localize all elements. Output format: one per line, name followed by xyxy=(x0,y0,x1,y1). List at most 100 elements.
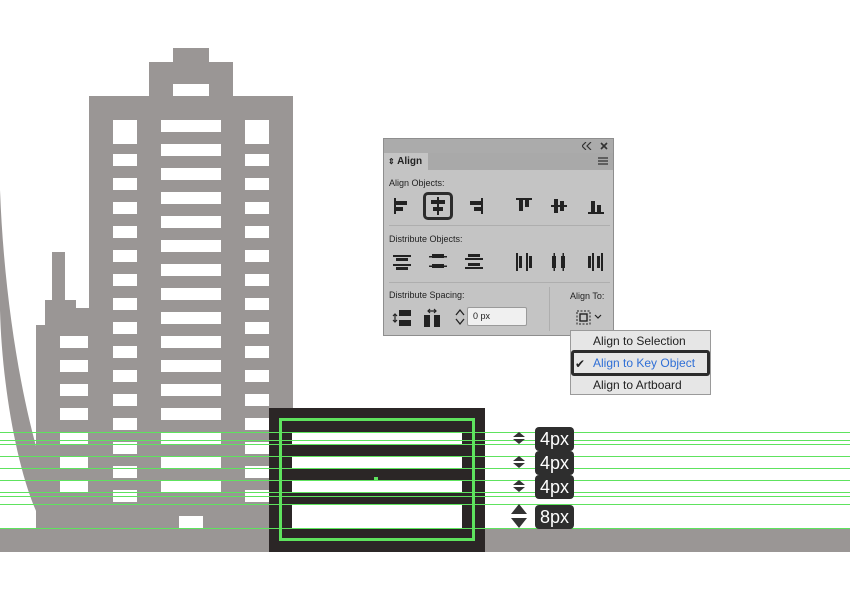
panel-tab-row: ⇕ Align xyxy=(384,153,613,170)
panel-menu-icon[interactable] xyxy=(598,157,608,165)
guide-line xyxy=(0,468,850,469)
distribute-bottom-icon[interactable] xyxy=(463,251,485,273)
guide-line xyxy=(0,444,850,445)
panel-titlebar[interactable] xyxy=(384,139,613,153)
tall-building-window xyxy=(161,288,221,300)
selected-window-3[interactable] xyxy=(292,480,462,492)
small-building-window xyxy=(60,456,88,468)
small-building-window xyxy=(60,360,88,372)
close-icon[interactable] xyxy=(600,142,608,150)
spacing-input[interactable]: 0 px xyxy=(467,307,527,326)
measurement-badge: 8px xyxy=(535,505,575,529)
vertical-separator xyxy=(549,287,550,331)
separator xyxy=(389,282,610,283)
guide-line xyxy=(0,528,850,529)
distribute-horizontal-center-icon[interactable] xyxy=(548,251,570,273)
distribute-right-icon[interactable] xyxy=(585,251,607,273)
spinner-arrows-icon[interactable] xyxy=(455,308,465,326)
guide-line xyxy=(0,456,850,457)
tall-building-window xyxy=(161,408,221,420)
menu-item-align-to-artboard[interactable]: Align to Artboard xyxy=(593,378,682,392)
tall-building-window xyxy=(113,418,137,430)
vertical-align-top-icon[interactable] xyxy=(513,195,535,217)
tall-building-window xyxy=(161,312,221,324)
small-building-step xyxy=(36,300,45,325)
distribute-left-icon[interactable] xyxy=(513,251,535,273)
tall-building-window xyxy=(113,322,137,334)
tall-building-window xyxy=(113,298,137,310)
tall-building-window xyxy=(245,346,269,358)
horizontal-distribute-space-icon[interactable] xyxy=(422,307,444,329)
distribute-top-icon[interactable] xyxy=(391,251,413,273)
tall-building-window xyxy=(245,202,269,214)
tall-building-window xyxy=(161,216,221,228)
tab-label: Align xyxy=(397,156,423,167)
tall-building-window xyxy=(245,298,269,310)
horizontal-align-center-icon[interactable] xyxy=(423,192,453,220)
tall-building-window xyxy=(113,346,137,358)
menu-item-align-to-selection[interactable]: Align to Selection xyxy=(593,334,686,348)
selected-window-2[interactable] xyxy=(292,456,462,468)
separator xyxy=(389,225,610,226)
tall-building-window xyxy=(161,432,221,444)
small-building-notch-left xyxy=(36,252,52,300)
tall-building-window xyxy=(245,154,269,166)
tall-building-window xyxy=(245,250,269,262)
measurement-badge: 4px xyxy=(535,451,575,475)
spacing-arrow-icon xyxy=(513,480,525,492)
tall-building-window xyxy=(245,394,269,406)
tall-building-window xyxy=(245,322,269,334)
tall-building-window xyxy=(245,370,269,382)
small-building-window xyxy=(60,384,88,396)
distribute-vertical-center-icon[interactable] xyxy=(427,251,449,273)
selected-window-1[interactable] xyxy=(292,432,462,444)
tall-building-window xyxy=(113,154,137,166)
tall-building-window xyxy=(113,178,137,190)
align-objects-label: Align Objects: xyxy=(389,178,445,188)
align-to-button[interactable] xyxy=(573,307,605,328)
tall-building-window xyxy=(161,144,221,156)
tall-building-window xyxy=(161,264,221,276)
guide-line xyxy=(0,496,850,497)
small-building-window xyxy=(60,408,88,420)
small-building-window xyxy=(60,336,88,348)
small-building-window xyxy=(60,432,88,444)
tall-building-window xyxy=(245,274,269,286)
tall-building-window xyxy=(161,120,221,132)
tall-building-window xyxy=(245,418,269,430)
tall-building-window xyxy=(113,226,137,238)
menu-item-highlight xyxy=(571,350,710,376)
measurement-badge: 4px xyxy=(535,475,575,499)
tall-building-window xyxy=(161,360,221,372)
vertical-align-center-icon[interactable] xyxy=(548,195,570,217)
tall-building-window xyxy=(161,480,221,492)
align-to-label: Align To: xyxy=(570,291,605,301)
spacing-arrow-icon xyxy=(513,432,525,444)
vertical-align-bottom-icon[interactable] xyxy=(585,195,607,217)
selected-window-4[interactable] xyxy=(292,504,462,528)
spacing-arrow-icon xyxy=(513,456,525,468)
horizontal-align-right-icon[interactable] xyxy=(464,195,486,217)
tab-sort-icon: ⇕ xyxy=(388,157,395,166)
guide-line xyxy=(0,504,850,505)
horizontal-align-left-icon[interactable] xyxy=(391,195,413,217)
tall-building-window xyxy=(161,192,221,204)
tall-building-window xyxy=(113,120,137,144)
guide-line xyxy=(0,440,850,441)
small-building-window xyxy=(60,480,88,492)
vertical-distribute-space-icon[interactable] xyxy=(391,307,413,329)
tall-building-window xyxy=(245,120,269,144)
guide-line xyxy=(0,432,850,433)
spacing-arrow-icon xyxy=(511,504,527,528)
crown-window xyxy=(173,84,209,96)
align-to-key-object-icon xyxy=(576,310,602,325)
tall-building-window xyxy=(161,168,221,180)
measurement-badge: 4px xyxy=(535,427,575,451)
tall-building-window xyxy=(113,394,137,406)
tab-align[interactable]: ⇕ Align xyxy=(384,153,428,170)
double-chevron-left-icon[interactable] xyxy=(582,142,592,150)
distribute-spacing-label: Distribute Spacing: xyxy=(389,290,465,300)
tall-building-window xyxy=(245,178,269,190)
tall-building-window xyxy=(161,240,221,252)
guide-line xyxy=(0,480,850,481)
